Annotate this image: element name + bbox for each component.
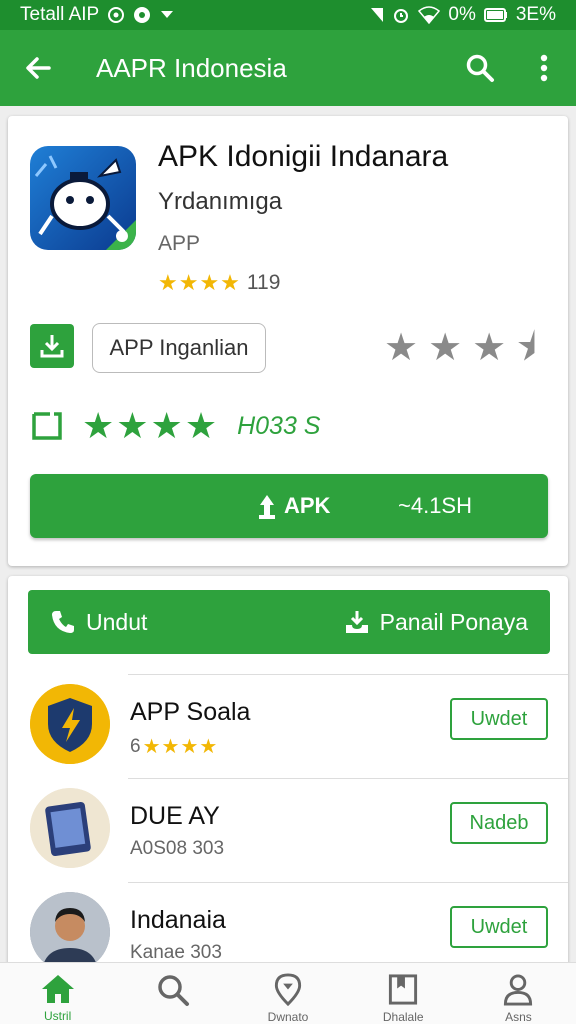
status-right-text: 3E% bbox=[515, 4, 556, 25]
section-action-bar: Undut Panail Ponaya bbox=[28, 590, 550, 654]
list-item-action-button[interactable]: Uwdet bbox=[450, 906, 548, 948]
app-developer[interactable]: Yrdanımıga bbox=[158, 188, 282, 216]
review-stars: ★★★★ bbox=[82, 405, 220, 446]
review-count: H033 S bbox=[237, 411, 321, 440]
rate-star-2[interactable]: ★ bbox=[428, 326, 462, 370]
tablet-icon bbox=[30, 788, 110, 868]
app-icon[interactable] bbox=[30, 146, 136, 250]
list-divider bbox=[128, 778, 568, 779]
status-carrier-text: Tetall AIP bbox=[20, 4, 100, 25]
app-bar-title: AAPR Indonesia bbox=[96, 52, 287, 83]
list-item-title: APP Soala bbox=[130, 698, 251, 726]
arrow-left-icon bbox=[26, 57, 51, 79]
overflow-menu-button[interactable] bbox=[512, 30, 576, 106]
app-category: APP bbox=[158, 232, 201, 255]
chevron-down-icon bbox=[159, 9, 175, 21]
tablet-outline-icon bbox=[32, 412, 62, 440]
popular-action[interactable]: Panail Ponaya bbox=[344, 609, 528, 636]
nav-item-location[interactable]: Dwnato bbox=[230, 963, 345, 1024]
list-item-action-button[interactable]: Nadeb bbox=[450, 802, 548, 844]
bottom-navigation: Ustril Dwnato Dhalale Asns bbox=[0, 962, 576, 1024]
list-item-action-button[interactable]: Uwdet bbox=[450, 698, 548, 740]
battery-percent-text: 0% bbox=[448, 4, 476, 25]
list-item-subtitle: 6 ★★★★ bbox=[130, 734, 220, 759]
download-apk-label: APK bbox=[256, 493, 330, 519]
back-button[interactable] bbox=[0, 30, 76, 106]
app-title: APK Idonigii Indanara bbox=[158, 140, 449, 173]
list-item-meta: Kanae 303 bbox=[130, 942, 222, 963]
download-icon bbox=[40, 335, 64, 358]
list-divider bbox=[128, 882, 568, 883]
list-item-stars: ★★★★ bbox=[142, 736, 219, 758]
wifi-icon bbox=[418, 6, 441, 24]
book-icon bbox=[389, 974, 418, 1005]
rate-stars[interactable]: ★ ★ ★ ⯨ bbox=[384, 326, 536, 370]
list-item-meta: A0S08 303 bbox=[130, 838, 225, 859]
app-notification-icon bbox=[133, 6, 151, 24]
status-bar: Tetall AIP 0% 3E% bbox=[0, 0, 576, 30]
app-rating: ★★★★ 119 bbox=[158, 270, 280, 296]
location-icon bbox=[274, 973, 302, 1006]
popular-action-label: Panail Ponaya bbox=[379, 608, 528, 635]
more-vertical-icon bbox=[540, 54, 548, 82]
download-apk-button[interactable]: APK ~4.1SH bbox=[30, 474, 548, 538]
download-action-label: Undut bbox=[86, 608, 148, 635]
search-button[interactable] bbox=[448, 30, 512, 106]
list-item-title: Indanaia bbox=[130, 906, 226, 934]
rate-star-3[interactable]: ★ bbox=[472, 326, 506, 370]
home-icon bbox=[41, 975, 74, 1003]
nav-item-library[interactable]: Dhalale bbox=[346, 963, 461, 1024]
search-icon bbox=[158, 975, 189, 1006]
related-apps-card: Undut Panail Ponaya APP Soala 6 ★★★★ Uwd… bbox=[8, 576, 568, 976]
list-item[interactable]: DUE AY A0S08 303 Nadeb bbox=[8, 778, 568, 882]
nav-item-search[interactable] bbox=[115, 963, 230, 1024]
download-apk-text: APK bbox=[284, 493, 331, 518]
list-divider bbox=[128, 674, 568, 675]
download-hand-icon bbox=[259, 495, 275, 519]
download-tray-icon bbox=[345, 611, 368, 633]
nav-item-profile[interactable]: Asns bbox=[461, 963, 576, 1024]
battery-icon bbox=[483, 8, 508, 22]
search-icon bbox=[466, 54, 494, 82]
list-item-prefix: 6 bbox=[130, 735, 141, 757]
nav-label-library: Dhalale bbox=[382, 1010, 424, 1024]
nfc-icon bbox=[370, 7, 384, 23]
rate-star-1[interactable]: ★ bbox=[384, 326, 418, 370]
notification-icon bbox=[107, 6, 125, 24]
rate-star-half[interactable]: ⯨ bbox=[516, 326, 536, 370]
alarm-icon bbox=[392, 6, 410, 24]
app-detail-card: APK Idonigii Indanara Yrdanımıga APP ★★★… bbox=[8, 116, 568, 566]
list-item-title: DUE AY bbox=[130, 802, 220, 830]
rating-stars: ★★★★ bbox=[158, 270, 241, 295]
phone-icon bbox=[52, 611, 74, 633]
nav-item-home[interactable]: Ustril bbox=[0, 963, 115, 1024]
download-action[interactable]: Undut bbox=[50, 609, 147, 636]
app-tag-chip[interactable]: APP Inganlian bbox=[92, 323, 266, 373]
list-item[interactable]: APP Soala 6 ★★★★ Uwdet bbox=[8, 674, 568, 778]
install-badge[interactable] bbox=[30, 324, 74, 368]
shield-bolt-icon bbox=[30, 684, 110, 764]
download-size: ~4.1SH bbox=[398, 493, 472, 518]
rating-count: 119 bbox=[246, 271, 281, 294]
list-item-subtitle: Kanae 303 bbox=[130, 942, 222, 964]
profile-icon bbox=[504, 974, 533, 1006]
person-avatar-icon bbox=[30, 892, 110, 972]
nav-label-location: Dwnato bbox=[267, 1010, 309, 1024]
review-summary: ★★★★ H033 S bbox=[30, 406, 320, 446]
nav-label-home: Ustril bbox=[43, 1009, 72, 1023]
app-bar: AAPR Indonesia bbox=[0, 30, 576, 106]
nav-label-profile: Asns bbox=[505, 1010, 532, 1024]
list-item-subtitle: A0S08 303 bbox=[130, 838, 224, 860]
